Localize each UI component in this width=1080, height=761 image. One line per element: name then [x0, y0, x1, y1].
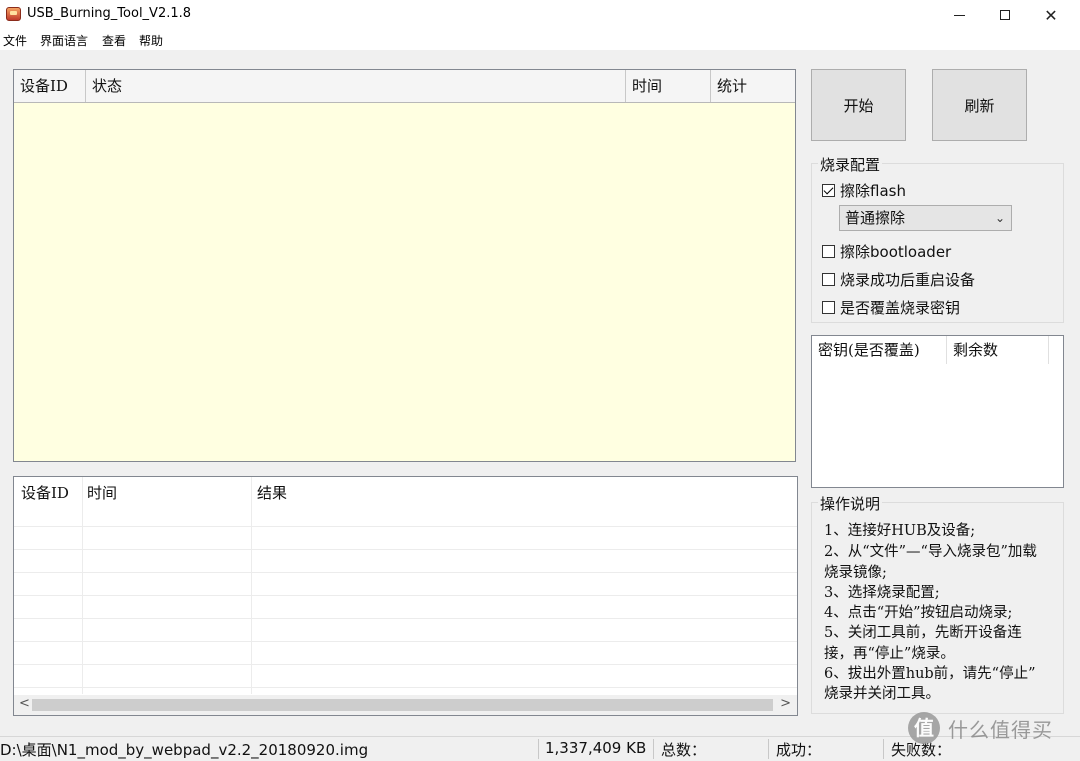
status-success: 成功： — [776, 741, 822, 759]
overwrite-key-checkbox[interactable] — [822, 301, 835, 314]
res-col-result[interactable]: 结果 — [257, 482, 287, 503]
overwrite-key-label: 是否覆盖烧录密钥 — [840, 299, 961, 317]
minimize-button[interactable] — [936, 0, 982, 30]
key-list[interactable]: 密钥(是否覆盖) 剩余数 — [811, 335, 1064, 488]
watermark-text: 什么值得买 — [948, 717, 1053, 742]
window-title: USB_Burning_Tool_V2.1.8 — [27, 6, 192, 21]
result-table[interactable]: 设备ID 时间 结果 < > — [13, 476, 798, 716]
horizontal-scrollbar[interactable]: < > — [14, 695, 797, 715]
overwrite-key-option[interactable]: 是否覆盖烧录密钥 — [822, 297, 960, 318]
device-table-header: 设备ID 状态 时间 统计 — [14, 70, 795, 103]
instructions-title: 操作说明 — [818, 493, 883, 514]
erase-flash-option[interactable]: 擦除flash — [822, 180, 906, 201]
watermark: 值 什么值得买 — [908, 712, 1053, 744]
watermark-logo-icon: 值 — [908, 712, 940, 744]
reboot-after-option[interactable]: 烧录成功后重启设备 — [822, 269, 975, 290]
close-icon: ✕ — [1044, 5, 1058, 25]
erase-bootloader-checkbox[interactable] — [822, 245, 835, 258]
instructions-group: 操作说明 1、连接好HUB及设备; 2、从“文件”—“导入烧录包”加载 烧录镜像… — [811, 493, 1064, 714]
reboot-after-label: 烧录成功后重启设备 — [840, 271, 976, 289]
erase-bootloader-option[interactable]: 擦除bootloader — [822, 241, 951, 262]
start-button[interactable]: 开始 — [811, 69, 906, 141]
res-col-time[interactable]: 时间 — [87, 482, 117, 503]
instruction-line: 3、选择烧录配置; — [824, 585, 940, 601]
instruction-line: 烧录镜像; — [824, 565, 887, 581]
res-col-device-id[interactable]: 设备ID — [21, 482, 69, 503]
close-button[interactable]: ✕ — [1028, 0, 1074, 30]
chevron-down-icon: ⌄ — [994, 211, 1005, 225]
maximize-icon — [1000, 10, 1010, 20]
menu-language[interactable]: 界面语言 — [40, 32, 88, 49]
erase-mode-value: 普通擦除 — [845, 209, 906, 227]
col-device-id[interactable]: 设备ID — [14, 70, 86, 102]
instruction-line: 2、从“文件”—“导入烧录包”加载 — [824, 544, 1037, 560]
status-total: 总数： — [661, 741, 707, 759]
menu-file[interactable]: 文件 — [3, 32, 27, 49]
refresh-button[interactable]: 刷新 — [932, 69, 1027, 141]
scroll-left-icon[interactable]: < — [19, 696, 30, 711]
col-stats[interactable]: 统计 — [711, 70, 795, 102]
status-file-size: 1,337,409 KB — [545, 739, 647, 757]
scroll-right-icon[interactable]: > — [780, 696, 791, 711]
instruction-line: 接，再“停止”烧录。 — [824, 646, 955, 662]
maximize-button[interactable] — [982, 0, 1028, 30]
menu-help[interactable]: 帮助 — [139, 32, 163, 49]
key-col-remaining[interactable]: 剩余数 — [947, 336, 1049, 364]
burn-config-group: 烧录配置 擦除flash 普通擦除 ⌄ 擦除bootloader 烧录成功后重启… — [811, 154, 1064, 323]
minimize-icon — [953, 14, 965, 16]
status-file-path: D:\桌面\N1_mod_by_webpad_v2.2_20180920.img — [0, 741, 369, 759]
instruction-line: 1、连接好HUB及设备; — [824, 523, 976, 539]
erase-flash-label: 擦除flash — [840, 182, 906, 200]
device-table[interactable]: 设备ID 状态 时间 统计 — [13, 69, 796, 462]
erase-mode-select[interactable]: 普通擦除 ⌄ — [839, 205, 1012, 231]
instruction-line: 烧录并关闭工具。 — [824, 686, 940, 702]
key-col-key[interactable]: 密钥(是否覆盖) — [812, 336, 947, 364]
title-bar: USB_Burning_Tool_V2.1.8 ✕ — [0, 0, 1080, 30]
app-icon — [6, 7, 21, 21]
result-table-header: 设备ID 时间 结果 — [14, 477, 797, 527]
instruction-line: 5、关闭工具前，先断开设备连 — [824, 625, 1022, 641]
col-time[interactable]: 时间 — [626, 70, 711, 102]
instruction-line: 4、点击“开始”按钮启动烧录; — [824, 605, 1013, 621]
col-status[interactable]: 状态 — [86, 70, 626, 102]
scroll-thumb[interactable] — [32, 699, 773, 711]
instruction-line: 6、拔出外置hub前，请先“停止” — [824, 666, 1036, 682]
erase-bootloader-label: 擦除bootloader — [840, 243, 952, 261]
reboot-after-checkbox[interactable] — [822, 273, 835, 286]
menu-bar: 文件 界面语言 查看 帮助 — [0, 30, 1080, 50]
menu-view[interactable]: 查看 — [102, 32, 126, 49]
burn-config-title: 烧录配置 — [818, 154, 883, 175]
erase-flash-checkbox[interactable] — [822, 184, 835, 197]
